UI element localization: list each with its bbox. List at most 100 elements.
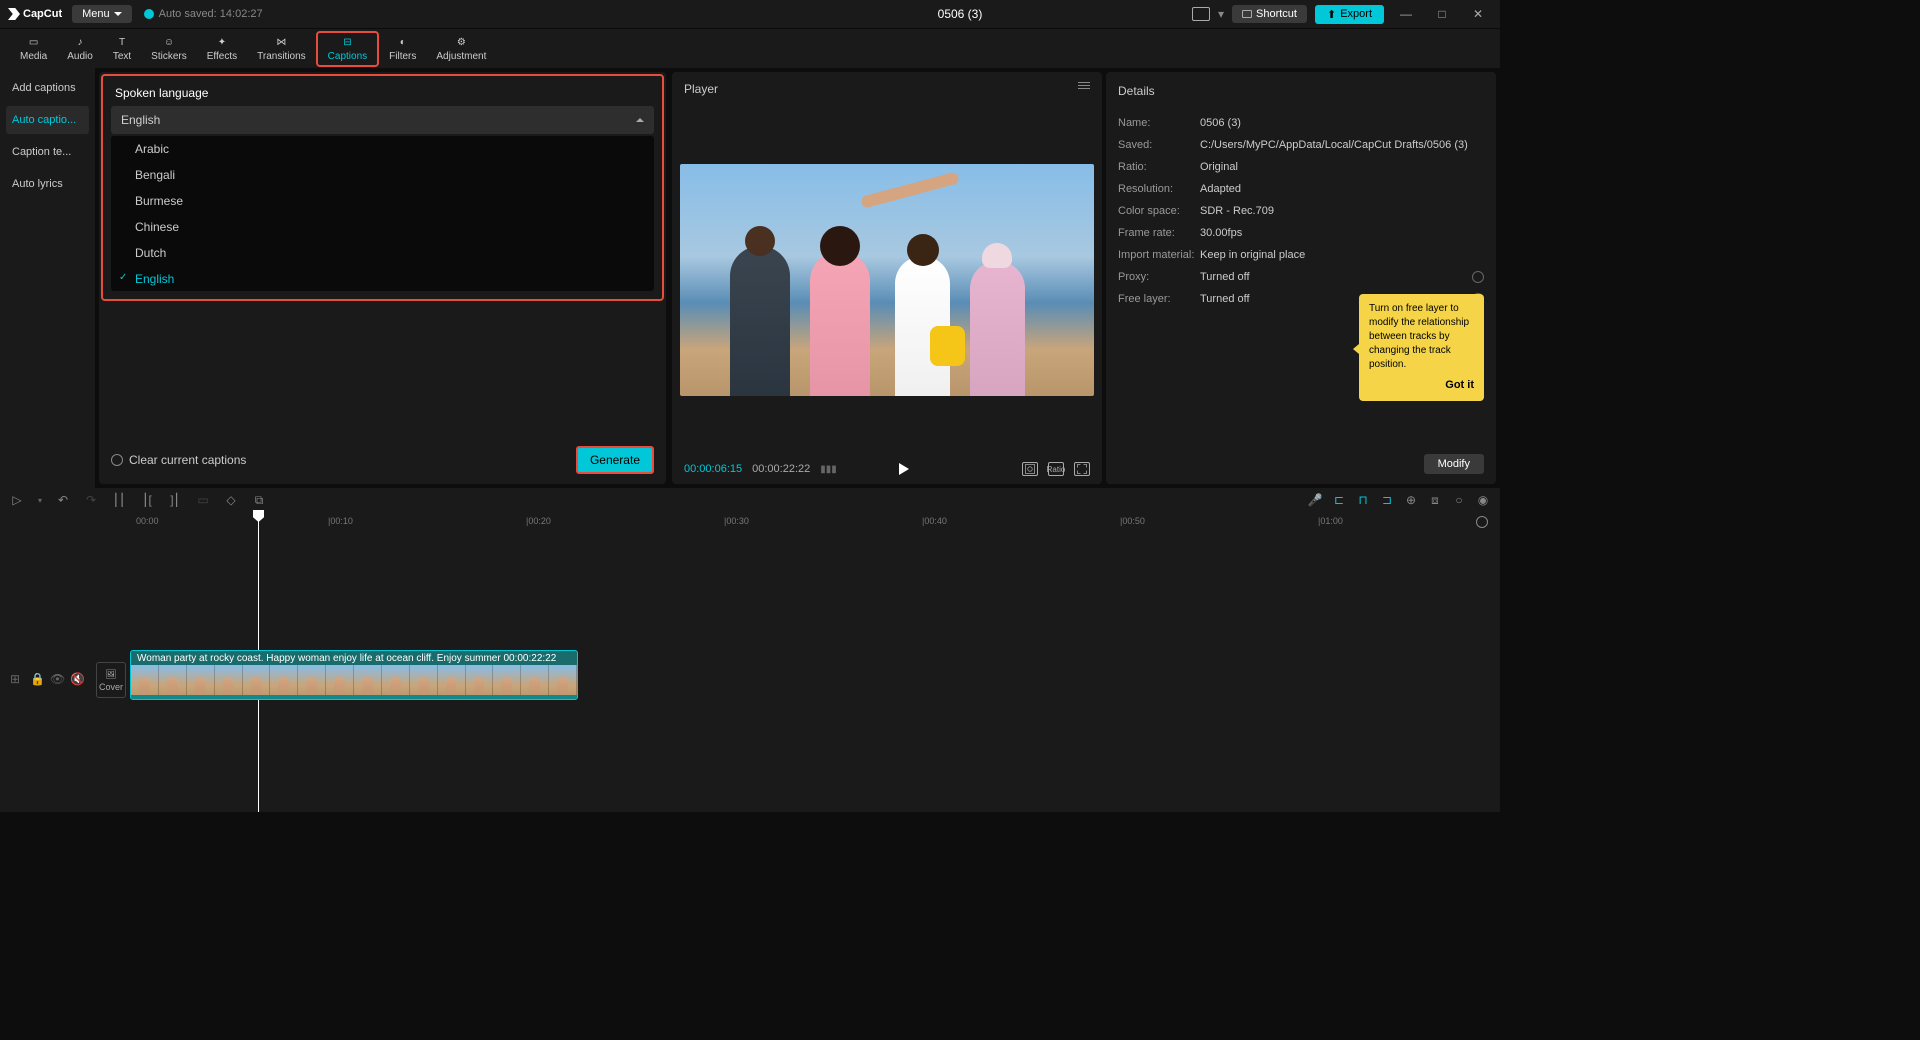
current-time: 00:00:06:15 (684, 463, 742, 475)
clip-thumbnail (521, 665, 549, 699)
modify-button[interactable]: Modify (1424, 454, 1484, 474)
language-option-dutch[interactable]: Dutch (111, 240, 654, 266)
language-option-bengali[interactable]: Bengali (111, 162, 654, 188)
clip-thumbnail (549, 665, 577, 699)
clip-thumbnail (326, 665, 354, 699)
clip-thumbnail (410, 665, 438, 699)
shortcut-button[interactable]: Shortcut (1232, 5, 1307, 23)
clip-thumbnail (131, 665, 159, 699)
ratio-button[interactable]: Ratio (1048, 462, 1064, 476)
detail-row: Color space:SDR - Rec.709 (1118, 200, 1484, 222)
ruler-tick: |00:20 (526, 516, 551, 526)
language-option-english[interactable]: English (111, 266, 654, 291)
language-option-burmese[interactable]: Burmese (111, 188, 654, 214)
track-mute-icon[interactable]: 🔇 (70, 672, 84, 686)
snap-icon[interactable]: ○ (1452, 493, 1466, 507)
layout-icon[interactable] (1192, 7, 1210, 21)
details-title: Details (1118, 84, 1484, 98)
tool-transitions[interactable]: ⋈Transitions (247, 31, 316, 67)
radio-icon (111, 454, 123, 466)
video-clip[interactable]: Woman party at rocky coast. Happy woman … (130, 650, 578, 700)
tool-media[interactable]: ▭Media (10, 31, 57, 67)
cover-button[interactable]: 🖼 Cover (96, 662, 126, 698)
info-icon[interactable] (1472, 271, 1484, 283)
track-settings-icon[interactable]: ⊞ (10, 672, 24, 686)
undo-button[interactable]: ↶ (56, 493, 70, 507)
ruler-tick: |00:10 (328, 516, 353, 526)
chevron-down-icon (114, 12, 122, 16)
split-right-tool[interactable]: ]⎮ (168, 493, 182, 507)
scale-icon[interactable] (1022, 462, 1038, 476)
detail-row: Frame rate:30.00fps (1118, 222, 1484, 244)
magnet-right-icon[interactable]: ⊐ (1380, 493, 1394, 507)
clip-thumbnail (382, 665, 410, 699)
ruler-tick: 00:00 (136, 516, 159, 526)
project-title: 0506 (3) (938, 7, 983, 21)
clear-captions-radio[interactable]: Clear current captions (111, 453, 246, 467)
ruler-tick: |01:00 (1318, 516, 1343, 526)
clip-thumbnail (270, 665, 298, 699)
sidebar-item-2[interactable]: Caption te... (6, 138, 89, 166)
clip-thumbnail (438, 665, 466, 699)
crop-tool[interactable]: ⧉ (252, 493, 266, 507)
autosave-status: Auto saved: 14:02:27 (144, 8, 263, 20)
tool-captions[interactable]: ⊟Captions (316, 31, 379, 67)
tool-stickers[interactable]: ☺Stickers (141, 31, 197, 67)
generate-button[interactable]: Generate (576, 446, 654, 474)
sidebar-item-1[interactable]: Auto captio... (6, 106, 89, 134)
split-tool[interactable]: ⎮⎮ (112, 493, 126, 507)
track-lock-icon[interactable]: 🔒 (30, 672, 44, 686)
tooltip-gotit-button[interactable]: Got it (1369, 378, 1474, 393)
tool-filters[interactable]: ◐Filters (379, 31, 426, 67)
detail-row: Import material:Keep in original place (1118, 244, 1484, 266)
tool-text[interactable]: TText (103, 31, 141, 67)
play-button[interactable] (899, 463, 909, 475)
language-option-arabic[interactable]: Arabic (111, 136, 654, 162)
minimize-button[interactable]: — (1392, 4, 1420, 24)
link-icon[interactable]: ⧈ (1428, 493, 1442, 507)
track-visibility-icon[interactable]: 👁 (50, 672, 64, 686)
clip-thumbnail (466, 665, 494, 699)
ruler-tick: |00:30 (724, 516, 749, 526)
magnet-left-icon[interactable]: ⊏ (1332, 493, 1346, 507)
tool-audio[interactable]: ♪Audio (57, 31, 103, 67)
detail-row: Name:0506 (3) (1118, 112, 1484, 134)
sidebar-item-0[interactable]: Add captions (6, 74, 89, 102)
mic-icon[interactable]: 🎤 (1308, 493, 1322, 507)
sidebar-item-3[interactable]: Auto lyrics (6, 170, 89, 198)
export-button[interactable]: ⬆Export (1315, 5, 1384, 24)
clip-thumbnail (159, 665, 187, 699)
player-menu-icon[interactable] (1078, 82, 1090, 96)
toggle-icon[interactable]: ◉ (1476, 493, 1490, 507)
player-title: Player (684, 82, 718, 96)
language-option-chinese[interactable]: Chinese (111, 214, 654, 240)
detail-row: Ratio:Original (1118, 156, 1484, 178)
align-icon[interactable]: ⊕ (1404, 493, 1418, 507)
clip-thumbnail (354, 665, 382, 699)
clip-thumbnail (215, 665, 243, 699)
menu-button[interactable]: Menu (72, 5, 132, 23)
close-button[interactable]: ✕ (1464, 4, 1492, 24)
detail-row: Proxy:Turned off (1118, 266, 1484, 288)
clip-thumbnail (493, 665, 521, 699)
tool-effects[interactable]: ✦Effects (197, 31, 247, 67)
tool-adjustment[interactable]: ⚙Adjustment (426, 31, 496, 67)
clip-thumbnail (243, 665, 271, 699)
pointer-tool[interactable]: ▷ (10, 493, 24, 507)
maximize-button[interactable]: □ (1428, 4, 1456, 24)
clip-thumbnail (187, 665, 215, 699)
chevron-up-icon (636, 118, 644, 122)
detail-row: Resolution:Adapted (1118, 178, 1484, 200)
free-layer-tooltip: Turn on free layer to modify the relatio… (1359, 294, 1484, 401)
magnet-icon[interactable]: ⊓ (1356, 493, 1370, 507)
fullscreen-icon[interactable] (1074, 462, 1090, 476)
detail-row: Saved:C:/Users/MyPC/AppData/Local/CapCut… (1118, 134, 1484, 156)
language-select[interactable]: English (111, 106, 654, 134)
video-preview[interactable] (680, 164, 1094, 397)
app-logo: CapCut (8, 8, 62, 20)
split-left-tool[interactable]: ⎮[ (140, 493, 154, 507)
marker-tool[interactable]: ◇ (224, 493, 238, 507)
redo-button[interactable]: ↷ (84, 493, 98, 507)
spoken-language-header: Spoken language (103, 76, 662, 106)
delete-tool[interactable]: ▭ (196, 493, 210, 507)
